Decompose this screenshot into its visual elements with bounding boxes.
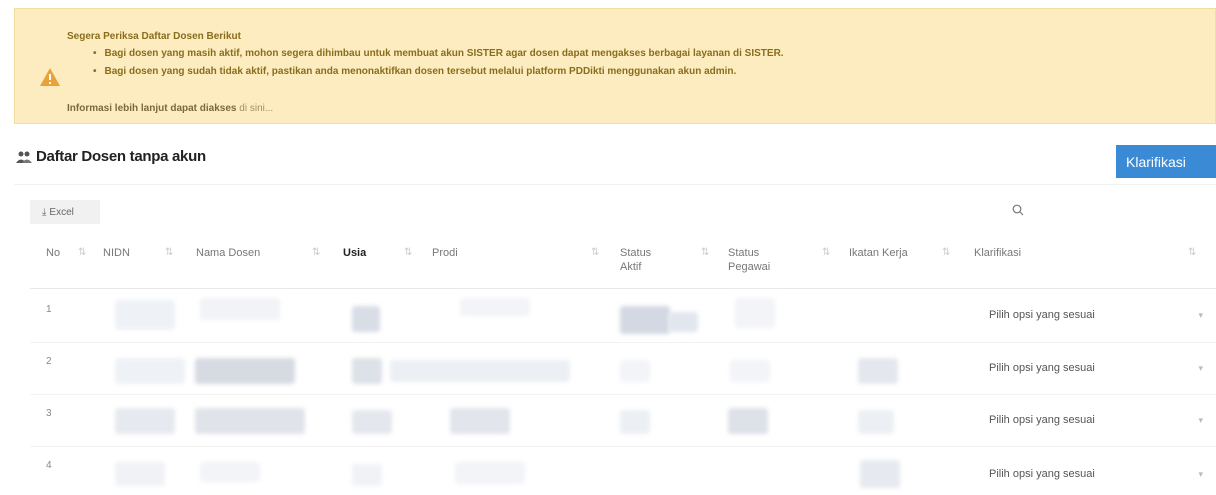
redacted-cell: [860, 460, 900, 488]
alert-more-text: Informasi lebih lanjut dapat diakses: [67, 103, 237, 114]
redacted-cell: [450, 408, 510, 434]
row-divider: [30, 342, 1216, 343]
redacted-cell: [115, 358, 185, 384]
alert-title: Segera Periksa Daftar Dosen Berikut: [67, 31, 241, 42]
row-number: 1: [46, 304, 52, 315]
sort-icon[interactable]: ⇅: [1188, 247, 1196, 258]
redacted-cell: [195, 358, 295, 384]
redacted-cell: [858, 358, 898, 384]
redacted-cell: [352, 358, 382, 384]
sort-icon[interactable]: ⇅: [165, 247, 173, 258]
klarifikasi-select[interactable]: Pilih opsi yang sesuai ▾: [983, 309, 1203, 331]
klarifikasi-select[interactable]: Pilih opsi yang sesuai ▾: [983, 414, 1203, 436]
redacted-cell: [735, 298, 775, 328]
select-value: Pilih opsi yang sesuai: [989, 362, 1095, 374]
sort-icon[interactable]: ⇅: [822, 247, 830, 258]
column-header-status-aktif[interactable]: Status Aktif: [620, 246, 670, 274]
users-icon: [16, 151, 32, 163]
column-header-ikatan-kerja[interactable]: Ikatan Kerja: [849, 246, 908, 260]
redacted-cell: [460, 298, 530, 316]
alert-more-link[interactable]: di sini...: [239, 103, 273, 114]
divider: [14, 184, 1216, 185]
redacted-cell: [115, 408, 175, 434]
redacted-cell: [352, 306, 380, 332]
sort-icon[interactable]: ⇅: [701, 247, 709, 258]
redacted-cell: [858, 410, 894, 434]
search-icon: [1012, 204, 1024, 216]
alert-item: Bagi dosen yang sudah tidak aktif, pasti…: [93, 66, 784, 84]
redacted-cell: [200, 298, 280, 320]
klarifikasi-button[interactable]: Klarifikasi: [1116, 145, 1216, 178]
row-number: 2: [46, 356, 52, 367]
sort-icon[interactable]: ⇅: [404, 247, 412, 258]
redacted-cell: [200, 462, 260, 482]
warning-alert: Segera Periksa Daftar Dosen Berikut Bagi…: [14, 8, 1216, 124]
redacted-cell: [390, 360, 570, 382]
select-value: Pilih opsi yang sesuai: [989, 414, 1095, 426]
redacted-cell: [352, 410, 392, 434]
column-header-no[interactable]: No: [46, 246, 60, 260]
redacted-cell: [728, 408, 768, 434]
excel-label: Excel: [49, 206, 74, 218]
alert-item: Bagi dosen yang masih aktif, mohon seger…: [93, 48, 784, 66]
redacted-cell: [730, 360, 770, 382]
search-input[interactable]: [1000, 198, 1200, 224]
redacted-cell: [352, 464, 382, 486]
select-value: Pilih opsi yang sesuai: [989, 309, 1095, 321]
excel-export-button[interactable]: ⤓ Excel: [30, 200, 100, 224]
klarifikasi-select[interactable]: Pilih opsi yang sesuai ▾: [983, 468, 1203, 490]
page-title: Daftar Dosen tanpa akun: [16, 148, 206, 165]
redacted-cell: [115, 462, 165, 486]
klarifikasi-select[interactable]: Pilih opsi yang sesuai ▾: [983, 362, 1203, 384]
chevron-down-icon: ▾: [1198, 363, 1203, 373]
row-divider: [30, 394, 1216, 395]
column-header-prodi[interactable]: Prodi: [432, 246, 458, 260]
redacted-cell: [620, 360, 650, 382]
sort-icon[interactable]: ⇅: [312, 247, 320, 258]
alert-more-info: Informasi lebih lanjut dapat diakses di …: [67, 103, 273, 114]
redacted-cell: [115, 300, 175, 330]
redacted-cell: [620, 306, 670, 334]
column-header-klarifikasi[interactable]: Klarifikasi: [974, 246, 1021, 260]
sort-icon[interactable]: ⇅: [942, 247, 950, 258]
column-header-nidn[interactable]: NIDN: [103, 246, 130, 260]
row-number: 4: [46, 460, 52, 471]
select-value: Pilih opsi yang sesuai: [989, 468, 1095, 480]
alert-list: Bagi dosen yang masih aktif, mohon seger…: [93, 48, 784, 84]
redacted-cell: [620, 410, 650, 434]
redacted-cell: [668, 312, 698, 332]
chevron-down-icon: ▾: [1198, 415, 1203, 425]
column-header-usia[interactable]: Usia: [343, 246, 366, 260]
page-title-text: Daftar Dosen tanpa akun: [36, 148, 206, 165]
column-header-status-pegawai[interactable]: Status Pegawai: [728, 246, 788, 274]
row-divider: [30, 446, 1216, 447]
sort-icon[interactable]: ⇅: [78, 247, 86, 258]
column-header-nama[interactable]: Nama Dosen: [196, 246, 260, 260]
redacted-cell: [195, 408, 305, 434]
sort-icon[interactable]: ⇅: [591, 247, 599, 258]
download-icon: ⤓: [42, 206, 47, 218]
warning-icon: [40, 68, 60, 86]
table-header-border: [30, 288, 1216, 289]
chevron-down-icon: ▾: [1198, 310, 1203, 320]
redacted-cell: [455, 462, 525, 484]
row-number: 3: [46, 408, 52, 419]
chevron-down-icon: ▾: [1198, 469, 1203, 479]
